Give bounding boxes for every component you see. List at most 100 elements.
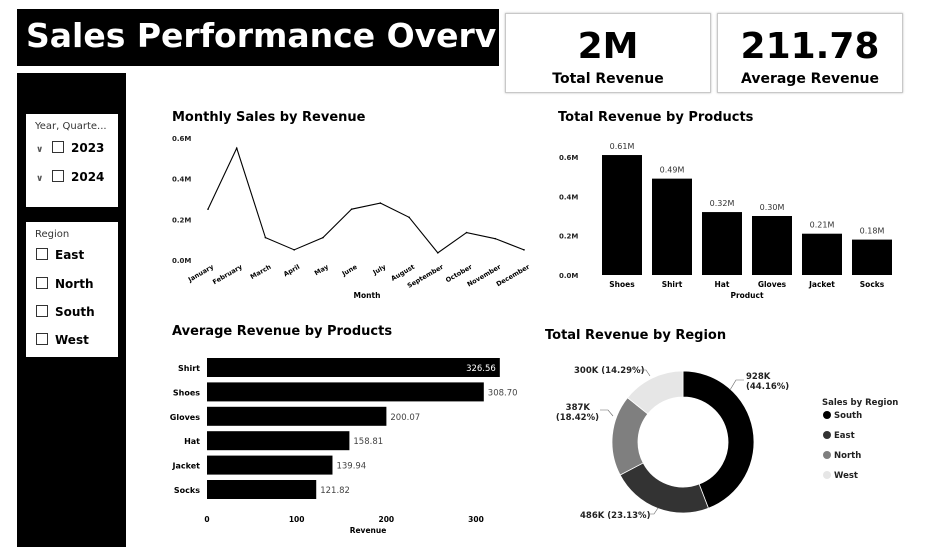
- data-label: 326.56: [466, 364, 496, 374]
- y-tick-label: Gloves: [170, 413, 200, 422]
- checkbox[interactable]: [36, 248, 48, 260]
- slicer-item-2023[interactable]: ∨ 2023: [36, 140, 104, 156]
- data-point: [235, 147, 238, 149]
- slicer-item-label: West: [55, 333, 89, 347]
- bar: [752, 216, 792, 275]
- data-label: 928K: [746, 372, 771, 382]
- legend-swatch: [823, 431, 831, 439]
- x-tick-label: December: [495, 262, 532, 288]
- data-label: 387K: [566, 403, 591, 413]
- y-tick-label: 0.6M: [559, 154, 578, 162]
- data-point: [322, 236, 324, 239]
- bar: [207, 406, 387, 426]
- bar: [207, 480, 317, 499]
- y-tick-label: 0.6M: [172, 135, 191, 143]
- legend-title: Sales by Region: [822, 398, 898, 408]
- x-axis-title: Revenue: [350, 526, 387, 535]
- data-label: 200.07: [390, 413, 420, 423]
- kpi-label: Total Revenue: [552, 71, 664, 87]
- slicer-item-label: East: [55, 248, 85, 262]
- x-axis-title: Month: [354, 291, 381, 300]
- monthly-sales-line-chart: 0.0M0.2M0.4M0.6MJanuaryFebruary March Apri…: [172, 135, 532, 300]
- x-tick-label: Jacket: [808, 280, 835, 289]
- bar: [802, 233, 842, 275]
- legend-swatch: [823, 411, 831, 419]
- y-tick-label: 0.0M: [559, 272, 578, 280]
- slicer-item-label: South: [55, 305, 95, 319]
- y-tick-label: Hat: [184, 437, 200, 446]
- bar: [702, 212, 742, 275]
- data-label: 0.18M: [860, 227, 885, 236]
- bar: [207, 431, 350, 451]
- kpi-card-total-revenue: 2M Total Revenue: [505, 13, 711, 93]
- x-tick-label: 300: [468, 515, 484, 524]
- data-label: (44.16%): [746, 382, 789, 392]
- y-tick-label: Shoes: [173, 388, 200, 397]
- bar: [602, 155, 642, 275]
- data-point: [293, 249, 295, 251]
- x-tick-label: 200: [379, 515, 395, 524]
- page-title-banner: Sales Performance Overview: [17, 9, 561, 66]
- x-tick-label: June: [340, 263, 359, 279]
- slicer-item-east[interactable]: East: [36, 247, 84, 263]
- checkbox[interactable]: [36, 277, 48, 289]
- x-tick-label: April: [282, 263, 301, 279]
- kpi-value: 211.78: [740, 26, 880, 67]
- legend-item: South: [834, 411, 862, 421]
- bar: [207, 382, 484, 402]
- data-point: [437, 252, 439, 254]
- slicer-item-west[interactable]: West: [36, 332, 89, 348]
- data-label: 0.32M: [710, 199, 735, 208]
- checkbox[interactable]: [36, 305, 48, 317]
- bar: [852, 239, 892, 275]
- slicer-header: Region: [35, 229, 70, 240]
- checkbox[interactable]: [52, 141, 64, 153]
- avg-chart-title: Average Revenue by Products: [172, 324, 393, 339]
- slicer-item-label: 2023: [71, 141, 105, 155]
- leader-line: [600, 409, 614, 417]
- y-tick-label: 0.2M: [172, 216, 191, 224]
- x-tick-label: Gloves: [758, 280, 787, 289]
- revenue-by-product-bar-chart: 0.0M 0.2M 0.4M 0.6M 0.61M Shoes 0.49M Shirt 0.32…: [559, 142, 892, 300]
- data-label: (18.42%): [556, 413, 599, 423]
- legend-item: East: [834, 431, 855, 441]
- slicer-item-label: North: [55, 277, 94, 291]
- y-tick-label: Shirt: [178, 364, 200, 373]
- y-tick-label: Jacket: [172, 462, 201, 471]
- slicer-item-south[interactable]: South: [36, 304, 95, 320]
- slicer-item-2024[interactable]: ∨ 2024: [36, 169, 104, 185]
- x-tick-label: 0: [204, 515, 209, 524]
- y-tick-label: 0.2M: [559, 233, 578, 241]
- data-point: [207, 208, 209, 210]
- data-label: 121.82: [320, 486, 350, 496]
- x-tick-label: Socks: [860, 280, 885, 289]
- bar: [652, 178, 692, 275]
- y-tick-label: 0.4M: [559, 193, 578, 201]
- data-label: 158.81: [353, 437, 383, 447]
- x-tick-label: February: [211, 262, 244, 286]
- chevron-down-icon[interactable]: ∨: [36, 171, 46, 187]
- x-axis-title: Product: [730, 291, 764, 300]
- bar: [207, 455, 333, 475]
- x-tick-label: May: [313, 262, 331, 277]
- data-label: 0.61M: [610, 142, 635, 151]
- y-tick-label: Socks: [174, 486, 200, 495]
- x-tick-label: 100: [289, 515, 305, 524]
- monthly-chart-title: Monthly Sales by Revenue: [172, 110, 366, 125]
- legend-swatch: [823, 451, 831, 459]
- leader-line: [729, 379, 744, 391]
- checkbox[interactable]: [36, 333, 48, 345]
- y-tick-label: 0.4M: [172, 176, 191, 184]
- products-chart-title: Total Revenue by Products: [558, 110, 754, 125]
- chevron-down-icon[interactable]: ∨: [36, 142, 46, 158]
- data-point: [350, 208, 353, 210]
- revenue-by-region-donut-chart[interactable]: 928K(44.16%) 486K (23.13%) 387K(18.42%) 300…: [540, 346, 910, 531]
- data-point: [408, 216, 410, 219]
- kpi-card-average-revenue: 211.78 Average Revenue: [717, 13, 903, 93]
- page-title: Sales Performance Overview: [26, 16, 561, 55]
- checkbox[interactable]: [52, 170, 64, 182]
- data-label: 0.30M: [760, 203, 785, 212]
- bar: [207, 358, 500, 377]
- slicer-item-north[interactable]: North: [36, 276, 93, 292]
- series-line: [207, 146, 525, 254]
